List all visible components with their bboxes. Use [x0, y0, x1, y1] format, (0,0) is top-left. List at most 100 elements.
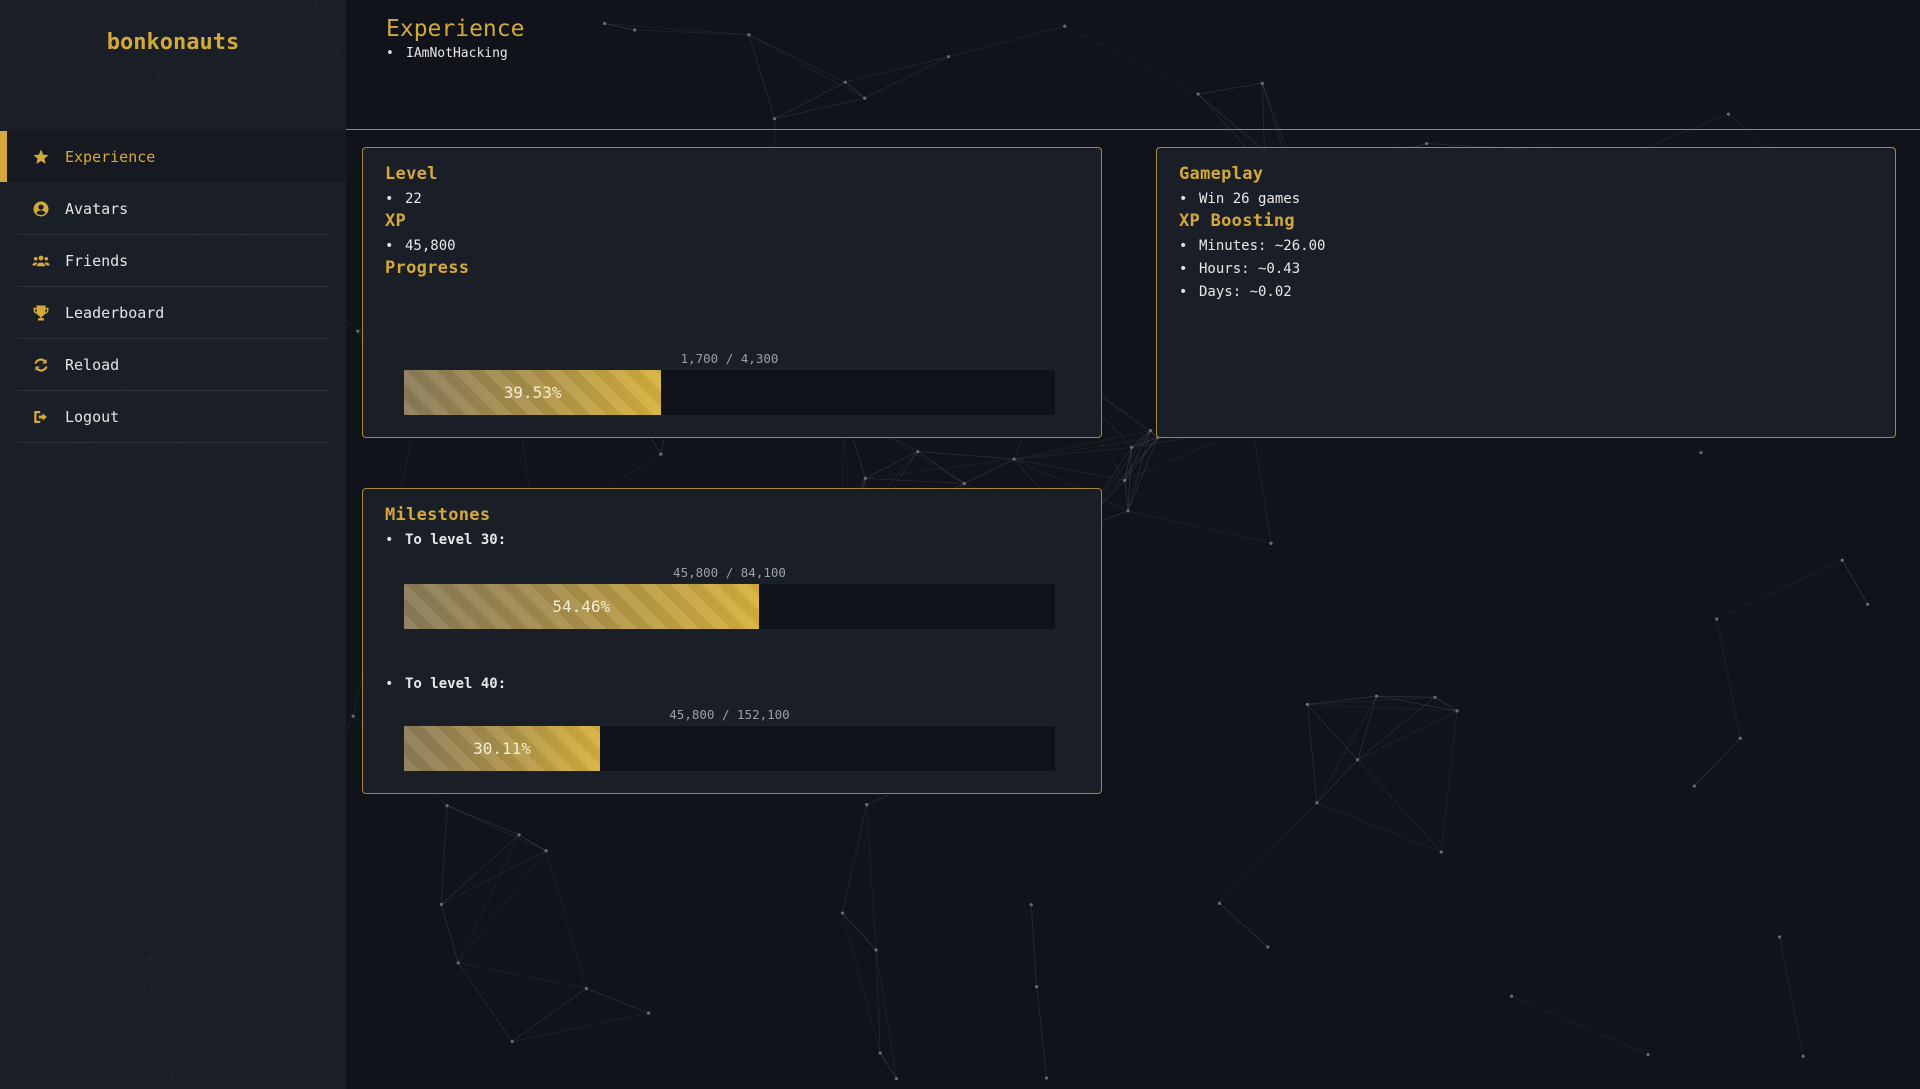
network-line [1511, 995, 1649, 1055]
network-line [440, 805, 448, 905]
network-line [440, 904, 459, 963]
network-line [1036, 986, 1047, 1079]
network-line [446, 805, 547, 852]
network-line [1252, 426, 1272, 544]
network-line [458, 962, 587, 989]
network-line [1357, 696, 1436, 761]
network-node [1777, 935, 1782, 939]
sidebar-item-label: Leaderboard [65, 303, 165, 322]
network-node [1044, 1076, 1049, 1080]
network-line [1219, 903, 1269, 948]
milestone-item: To level 40: [385, 673, 506, 696]
sidebar-item-avatars[interactable]: Avatars [18, 183, 328, 235]
brand-logo[interactable]: bonkonauts [0, 0, 346, 84]
network-node [962, 481, 966, 486]
network-line [441, 850, 547, 905]
milestones-heading: Milestones [385, 505, 491, 525]
sidebar-item-leaderboard[interactable]: Leaderboard [18, 287, 328, 339]
sidebar-item-reload[interactable]: Reload [18, 339, 328, 391]
xp-value: 45,800 [385, 235, 1079, 258]
sidebar-item-logout[interactable]: Logout [18, 391, 328, 443]
network-node [1123, 478, 1127, 482]
page-header: Experience IAmNotHacking [346, 0, 1920, 130]
network-node [510, 1039, 514, 1044]
network-line [865, 451, 919, 479]
network-node [351, 714, 355, 718]
network-line [879, 1052, 897, 1079]
network-node [1374, 694, 1379, 698]
network-node [1425, 141, 1429, 146]
network-line [1307, 704, 1458, 712]
network-line [1716, 618, 1741, 739]
network-line [1440, 710, 1458, 853]
boost-days: Days: ~0.02 [1179, 281, 1873, 304]
star-icon [31, 147, 51, 167]
boost-hours: Hours: ~0.43 [1179, 258, 1873, 281]
network-node [1692, 784, 1696, 788]
milestones-card: Milestones To level 30: 45,800 / 84,100 … [362, 488, 1102, 794]
network-line [1127, 510, 1272, 544]
network-node [1217, 901, 1222, 905]
network-node [1646, 1052, 1650, 1057]
network-line [1693, 737, 1741, 787]
network-node [1130, 445, 1134, 449]
sidebar-item-label: Avatars [65, 199, 129, 218]
user-circle-icon [31, 199, 51, 219]
network-line [866, 804, 877, 950]
sidebar-item-label: Friends [65, 251, 129, 270]
network-line [875, 949, 897, 1079]
level-progress: 1,700 / 4,300 39.53% [403, 351, 1056, 416]
network-node [544, 849, 548, 853]
xp-heading: XP [385, 211, 407, 231]
progress-bar: 39.53% [403, 369, 1056, 416]
network-line [457, 962, 513, 1042]
network-node [1035, 985, 1039, 989]
sidebar-item-experience[interactable]: Experience [0, 131, 346, 183]
network-node [659, 452, 663, 456]
network-line [1716, 559, 1843, 620]
network-line [917, 451, 1015, 460]
network-node [1439, 850, 1443, 854]
network-line [1013, 446, 1132, 460]
sidebar-item-friends[interactable]: Friends [18, 235, 328, 287]
network-node [356, 329, 360, 333]
milestone-progress-bar: 30.11% [403, 725, 1056, 772]
network-node [840, 911, 845, 915]
sidebar: bonkonauts Experience Avatars Friends Le… [0, 0, 346, 1089]
network-line [586, 988, 649, 1014]
network-line [1357, 710, 1458, 761]
network-line [441, 834, 520, 905]
milestone-progress-fill: 30.11% [404, 726, 601, 771]
gameplay-card: Gameplay Win 26 games XP Boosting Minute… [1156, 147, 1896, 438]
page-title: Experience [386, 16, 525, 42]
network-line [1307, 695, 1377, 705]
sidebar-item-label: Logout [65, 407, 120, 426]
win-games-item: Win 26 games [1179, 188, 1873, 211]
refresh-icon [31, 355, 51, 375]
network-node [1840, 558, 1844, 562]
network-line [446, 805, 520, 836]
network-node [916, 449, 920, 454]
network-node [646, 1011, 651, 1015]
network-node [1305, 702, 1310, 707]
network-line [1030, 904, 1038, 987]
network-line [865, 478, 965, 484]
progress-heading: Progress [385, 258, 470, 278]
progress-label: 1,700 / 4,300 [680, 351, 779, 366]
milestone-progress: 45,800 / 84,100 54.46% [403, 565, 1056, 630]
level-heading: Level [385, 164, 438, 184]
network-line [1316, 802, 1442, 853]
network-node [1510, 994, 1514, 998]
network-node [1315, 801, 1319, 805]
network-node [1455, 709, 1459, 713]
milestone-progress-label: 45,800 / 152,100 [669, 707, 790, 722]
gameplay-heading: Gameplay [1179, 164, 1264, 184]
sidebar-nav: Experience Avatars Friends Leaderboard R… [0, 131, 346, 443]
logout-icon [31, 407, 51, 427]
network-line [842, 804, 868, 914]
milestone-progress: 45,800 / 152,100 30.11% [403, 707, 1056, 772]
xp-boosting-heading: XP Boosting [1179, 211, 1295, 231]
level-value: 22 [385, 188, 1079, 211]
users-icon [31, 251, 51, 271]
network-line [1124, 430, 1151, 481]
